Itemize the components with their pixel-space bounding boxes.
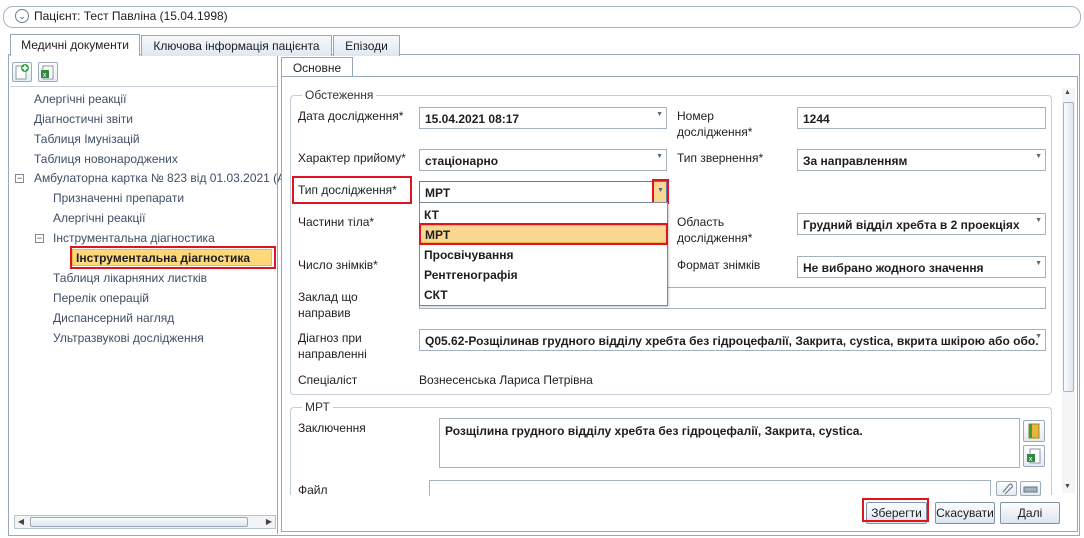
tree-item-selected[interactable]: Інструментальна діагностика	[72, 249, 272, 266]
collapse-toggle-icon[interactable]: −	[15, 174, 24, 183]
reception-value: стаціонарно	[425, 154, 499, 168]
dropdown-option[interactable]: Рентгенографія	[420, 266, 667, 284]
institution-label: Заклад що направив	[298, 290, 358, 320]
specialist-label: Спеціаліст	[298, 373, 358, 387]
mri-group-title: МРТ	[302, 400, 333, 414]
dropdown-button[interactable]: ▼	[653, 182, 666, 202]
dropdown-arrow-icon[interactable]: ▼	[656, 111, 663, 118]
tree-item[interactable]: Алергічні реакції	[34, 92, 126, 106]
referral-type-value: За направленням	[803, 154, 908, 168]
images-count-label: Число знімків*	[298, 258, 378, 272]
tree-item[interactable]: Діагностичні звіти	[34, 112, 133, 126]
date-label: Дата дослідження*	[298, 109, 404, 123]
date-field[interactable]: 15.04.2021 08:17 ▼	[419, 107, 667, 129]
study-type-value: МРТ	[425, 186, 451, 200]
scroll-right-icon[interactable]: ▶	[262, 515, 276, 529]
body-parts-label: Частини тіла*	[298, 215, 375, 229]
date-value: 15.04.2021 08:17	[425, 112, 520, 126]
reception-label: Характер прийому*	[298, 151, 406, 165]
template-button[interactable]	[1023, 420, 1045, 442]
dropdown-arrow-icon[interactable]: ▼	[656, 153, 663, 160]
export-conclusion-button[interactable]: x	[1023, 445, 1045, 467]
diagnosis-value: Q05.62-Розщілинав грудного відділу хребт…	[425, 334, 1039, 348]
add-document-button[interactable]	[12, 62, 32, 82]
referral-type-label: Тип звернення*	[677, 151, 764, 165]
study-type-label: Тип дослідження*	[298, 183, 397, 197]
tab-episodes[interactable]: Епізоди	[333, 35, 400, 56]
area-label: Область дослідження*	[677, 215, 753, 245]
tree-item[interactable]: Перелік операцій	[53, 291, 149, 305]
attach-file-button[interactable]	[996, 481, 1017, 496]
excel-icon: x	[41, 65, 54, 80]
conclusion-textarea[interactable]: Розщілина грудного відділу хребта без гі…	[439, 418, 1020, 468]
diagnosis-label: Діагноз при направленні	[298, 331, 367, 361]
images-format-select[interactable]: Не вибрано жодного значення ▼	[797, 256, 1046, 278]
scan-file-button[interactable]	[1020, 481, 1041, 496]
dropdown-arrow-icon[interactable]: ▼	[1035, 333, 1042, 340]
add-document-icon	[15, 64, 29, 80]
tree-item[interactable]: Таблиця Імунізацій	[34, 132, 140, 146]
file-field[interactable]	[429, 480, 991, 496]
tree-item-ambulatory-card[interactable]: Амбулаторна картка № 823 від 01.03.2021 …	[34, 171, 285, 185]
study-type-select[interactable]: МРТ	[419, 181, 667, 203]
paperclip-icon	[1002, 483, 1013, 495]
excel-icon: x	[1027, 448, 1041, 464]
tree-item[interactable]: Таблиця новонароджених	[34, 152, 178, 166]
dropdown-option-selected[interactable]: МРТ	[420, 225, 667, 243]
dropdown-option[interactable]: СКТ	[420, 286, 667, 304]
file-label: Файл	[298, 483, 328, 497]
area-select[interactable]: Грудний відділ хребта в 2 проекціях ▼	[797, 213, 1046, 235]
dropdown-option[interactable]: КТ	[420, 206, 667, 224]
scroll-left-icon[interactable]: ◀	[14, 515, 28, 529]
cancel-button[interactable]: Скасувати	[935, 502, 995, 524]
collapse-icon[interactable]: ⌄	[15, 9, 29, 23]
dropdown-option[interactable]: Просвічування	[420, 246, 667, 264]
scroll-thumb[interactable]	[30, 517, 248, 527]
number-field[interactable]: 1244	[797, 107, 1046, 129]
tree-item-instrumental[interactable]: Інструментальна діагностика	[53, 231, 215, 245]
tree-item[interactable]: Диспансерний нагляд	[53, 311, 174, 325]
book-icon	[1028, 423, 1040, 439]
scroll-up-icon[interactable]: ▲	[1064, 89, 1071, 96]
export-document-button[interactable]: x	[38, 62, 58, 82]
scroll-down-icon[interactable]: ▼	[1064, 483, 1071, 490]
conclusion-label: Заключення	[298, 421, 366, 435]
dropdown-arrow-icon[interactable]: ▼	[1035, 260, 1042, 267]
scanner-icon	[1023, 486, 1038, 493]
scroll-thumb[interactable]	[1063, 102, 1074, 392]
specialist-value: Вознесенська Лариса Петрівна	[419, 373, 593, 387]
exam-group-title: Обстеження	[302, 88, 377, 102]
dropdown-arrow-icon[interactable]: ▼	[1035, 153, 1042, 160]
next-button[interactable]: Далі	[1000, 502, 1060, 524]
tab-key-info[interactable]: Ключова інформація пацієнта	[141, 35, 332, 56]
tree-item[interactable]: Призначенні препарати	[53, 191, 184, 205]
images-format-label: Формат знімків	[677, 258, 761, 272]
svg-text:x: x	[43, 71, 47, 79]
dropdown-arrow-icon[interactable]: ▼	[1035, 217, 1042, 224]
number-label: Номер дослідження*	[677, 109, 753, 139]
reception-select[interactable]: стаціонарно ▼	[419, 149, 667, 171]
referral-type-select[interactable]: За направленням ▼	[797, 149, 1046, 171]
collapse-toggle-icon[interactable]: −	[35, 234, 44, 243]
area-value: Грудний відділ хребта в 2 проекціях	[803, 218, 1020, 232]
tree-item[interactable]: Ультразвукові дослідження	[53, 331, 204, 345]
save-button[interactable]: Зберегти	[866, 502, 927, 524]
svg-text:x: x	[1029, 455, 1033, 463]
dropdown-arrow-icon: ▼	[657, 187, 664, 194]
images-format-value: Не вибрано жодного значення	[803, 261, 984, 275]
tab-medical-documents[interactable]: Медичні документи	[10, 34, 140, 56]
patient-title: Пацієнт: Тест Павліна (15.04.1998)	[34, 9, 228, 23]
tree-item[interactable]: Таблиця лікарняних листків	[53, 271, 207, 285]
diagnosis-select[interactable]: Q05.62-Розщілинав грудного відділу хребт…	[419, 329, 1046, 351]
tab-main[interactable]: Основне	[281, 57, 353, 77]
tree-item[interactable]: Алергічні реакції	[53, 211, 145, 225]
